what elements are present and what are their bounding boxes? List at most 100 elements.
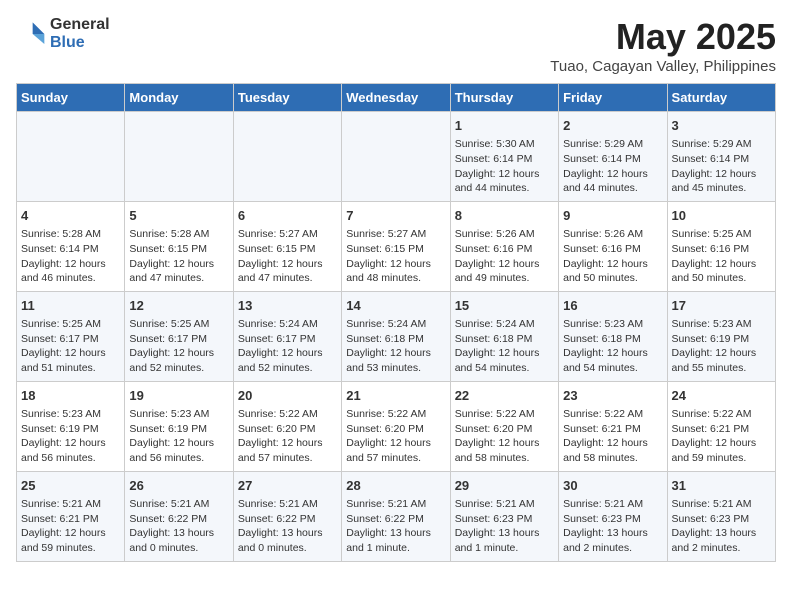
- day-info: Sunrise: 5:28 AM Sunset: 6:15 PM Dayligh…: [129, 227, 228, 286]
- day-number: 23: [563, 387, 662, 405]
- day-info: Sunrise: 5:29 AM Sunset: 6:14 PM Dayligh…: [672, 137, 771, 196]
- day-info: Sunrise: 5:23 AM Sunset: 6:19 PM Dayligh…: [129, 407, 228, 466]
- logo-general-text: General: [50, 16, 110, 34]
- day-number: 30: [563, 477, 662, 495]
- logo: General Blue: [16, 16, 110, 51]
- day-number: 24: [672, 387, 771, 405]
- day-info: Sunrise: 5:22 AM Sunset: 6:21 PM Dayligh…: [672, 407, 771, 466]
- day-info: Sunrise: 5:22 AM Sunset: 6:20 PM Dayligh…: [455, 407, 554, 466]
- logo-icon: [16, 19, 46, 49]
- day-cell: 31 Sunrise: 5:21 AM Sunset: 6:23 PM Dayli…: [667, 471, 775, 561]
- day-cell: 24 Sunrise: 5:22 AM Sunset: 6:21 PM Dayli…: [667, 381, 775, 471]
- day-info: Sunrise: 5:21 AM Sunset: 6:22 PM Dayligh…: [129, 497, 228, 556]
- day-number: 26: [129, 477, 228, 495]
- day-info: Sunrise: 5:25 AM Sunset: 6:16 PM Dayligh…: [672, 227, 771, 286]
- day-cell: 27 Sunrise: 5:21 AM Sunset: 6:22 PM Dayli…: [233, 471, 341, 561]
- day-info: Sunrise: 5:21 AM Sunset: 6:22 PM Dayligh…: [346, 497, 445, 556]
- day-info: Sunrise: 5:22 AM Sunset: 6:20 PM Dayligh…: [238, 407, 337, 466]
- day-info: Sunrise: 5:24 AM Sunset: 6:18 PM Dayligh…: [346, 317, 445, 376]
- logo-blue-text: Blue: [50, 34, 110, 52]
- day-number: 21: [346, 387, 445, 405]
- day-cell: 4 Sunrise: 5:28 AM Sunset: 6:14 PM Daylig…: [17, 201, 125, 291]
- day-number: 2: [563, 117, 662, 135]
- day-info: Sunrise: 5:25 AM Sunset: 6:17 PM Dayligh…: [129, 317, 228, 376]
- day-cell: 29 Sunrise: 5:21 AM Sunset: 6:23 PM Dayli…: [450, 471, 558, 561]
- day-info: Sunrise: 5:22 AM Sunset: 6:21 PM Dayligh…: [563, 407, 662, 466]
- day-cell: 17 Sunrise: 5:23 AM Sunset: 6:19 PM Dayli…: [667, 291, 775, 381]
- day-cell: 2 Sunrise: 5:29 AM Sunset: 6:14 PM Daylig…: [559, 112, 667, 202]
- day-number: 9: [563, 207, 662, 225]
- day-number: 12: [129, 297, 228, 315]
- day-cell: 19 Sunrise: 5:23 AM Sunset: 6:19 PM Dayli…: [125, 381, 233, 471]
- day-number: 28: [346, 477, 445, 495]
- day-info: Sunrise: 5:23 AM Sunset: 6:18 PM Dayligh…: [563, 317, 662, 376]
- day-number: 1: [455, 117, 554, 135]
- day-info: Sunrise: 5:23 AM Sunset: 6:19 PM Dayligh…: [672, 317, 771, 376]
- day-cell: 3 Sunrise: 5:29 AM Sunset: 6:14 PM Daylig…: [667, 112, 775, 202]
- day-number: 19: [129, 387, 228, 405]
- day-info: Sunrise: 5:29 AM Sunset: 6:14 PM Dayligh…: [563, 137, 662, 196]
- col-header-friday: Friday: [559, 84, 667, 112]
- col-header-tuesday: Tuesday: [233, 84, 341, 112]
- day-number: 16: [563, 297, 662, 315]
- day-info: Sunrise: 5:26 AM Sunset: 6:16 PM Dayligh…: [455, 227, 554, 286]
- day-cell: 12 Sunrise: 5:25 AM Sunset: 6:17 PM Dayli…: [125, 291, 233, 381]
- day-info: Sunrise: 5:21 AM Sunset: 6:23 PM Dayligh…: [672, 497, 771, 556]
- day-number: 13: [238, 297, 337, 315]
- day-number: 6: [238, 207, 337, 225]
- day-info: Sunrise: 5:21 AM Sunset: 6:23 PM Dayligh…: [455, 497, 554, 556]
- day-cell: [17, 112, 125, 202]
- day-number: 31: [672, 477, 771, 495]
- week-row-4: 18 Sunrise: 5:23 AM Sunset: 6:19 PM Dayli…: [17, 381, 776, 471]
- day-info: Sunrise: 5:28 AM Sunset: 6:14 PM Dayligh…: [21, 227, 120, 286]
- day-number: 18: [21, 387, 120, 405]
- day-number: 7: [346, 207, 445, 225]
- logo-text: General Blue: [50, 16, 110, 51]
- day-cell: 23 Sunrise: 5:22 AM Sunset: 6:21 PM Dayli…: [559, 381, 667, 471]
- day-number: 8: [455, 207, 554, 225]
- day-number: 4: [21, 207, 120, 225]
- day-cell: 18Sunrise: 5:23 AM Sunset: 6:19 PM Dayli…: [17, 381, 125, 471]
- day-cell: 8 Sunrise: 5:26 AM Sunset: 6:16 PM Daylig…: [450, 201, 558, 291]
- day-info: Sunrise: 5:21 AM Sunset: 6:23 PM Dayligh…: [563, 497, 662, 556]
- day-cell: [233, 112, 341, 202]
- calendar-table: SundayMondayTuesdayWednesdayThursdayFrid…: [16, 83, 776, 562]
- day-info: Sunrise: 5:27 AM Sunset: 6:15 PM Dayligh…: [238, 227, 337, 286]
- day-cell: 15Sunrise: 5:24 AM Sunset: 6:18 PM Dayli…: [450, 291, 558, 381]
- day-info: Sunrise: 5:27 AM Sunset: 6:15 PM Dayligh…: [346, 227, 445, 286]
- day-number: 10: [672, 207, 771, 225]
- day-info: Sunrise: 5:21 AM Sunset: 6:22 PM Dayligh…: [238, 497, 337, 556]
- subtitle: Tuao, Cagayan Valley, Philippines: [550, 58, 776, 75]
- col-header-wednesday: Wednesday: [342, 84, 450, 112]
- header: General Blue May 2025 Tuao, Cagayan Vall…: [16, 16, 776, 75]
- day-number: 14: [346, 297, 445, 315]
- day-cell: 14 Sunrise: 5:24 AM Sunset: 6:18 PM Dayli…: [342, 291, 450, 381]
- day-number: 5: [129, 207, 228, 225]
- day-cell: 16 Sunrise: 5:23 AM Sunset: 6:18 PM Dayli…: [559, 291, 667, 381]
- main-title: May 2025: [550, 16, 776, 58]
- header-row: SundayMondayTuesdayWednesdayThursdayFrid…: [17, 84, 776, 112]
- day-cell: 5 Sunrise: 5:28 AM Sunset: 6:15 PM Daylig…: [125, 201, 233, 291]
- title-area: May 2025 Tuao, Cagayan Valley, Philippin…: [550, 16, 776, 75]
- day-number: 17: [672, 297, 771, 315]
- week-row-1: 1Sunrise: 5:30 AM Sunset: 6:14 PM Daylig…: [17, 112, 776, 202]
- day-cell: 30 Sunrise: 5:21 AM Sunset: 6:23 PM Dayli…: [559, 471, 667, 561]
- day-number: 11: [21, 297, 120, 315]
- day-cell: 20 Sunrise: 5:22 AM Sunset: 6:20 PM Dayli…: [233, 381, 341, 471]
- day-cell: 13Sunrise: 5:24 AM Sunset: 6:17 PM Dayli…: [233, 291, 341, 381]
- day-cell: [125, 112, 233, 202]
- week-row-5: 25Sunrise: 5:21 AM Sunset: 6:21 PM Dayli…: [17, 471, 776, 561]
- day-cell: 26 Sunrise: 5:21 AM Sunset: 6:22 PM Dayli…: [125, 471, 233, 561]
- day-cell: 11Sunrise: 5:25 AM Sunset: 6:17 PM Dayli…: [17, 291, 125, 381]
- day-info: Sunrise: 5:24 AM Sunset: 6:18 PM Dayligh…: [455, 317, 554, 376]
- day-cell: 25Sunrise: 5:21 AM Sunset: 6:21 PM Dayli…: [17, 471, 125, 561]
- day-number: 27: [238, 477, 337, 495]
- day-number: 20: [238, 387, 337, 405]
- day-info: Sunrise: 5:22 AM Sunset: 6:20 PM Dayligh…: [346, 407, 445, 466]
- day-number: 25: [21, 477, 120, 495]
- day-number: 29: [455, 477, 554, 495]
- day-number: 22: [455, 387, 554, 405]
- col-header-saturday: Saturday: [667, 84, 775, 112]
- day-cell: 9Sunrise: 5:26 AM Sunset: 6:16 PM Daylig…: [559, 201, 667, 291]
- day-number: 3: [672, 117, 771, 135]
